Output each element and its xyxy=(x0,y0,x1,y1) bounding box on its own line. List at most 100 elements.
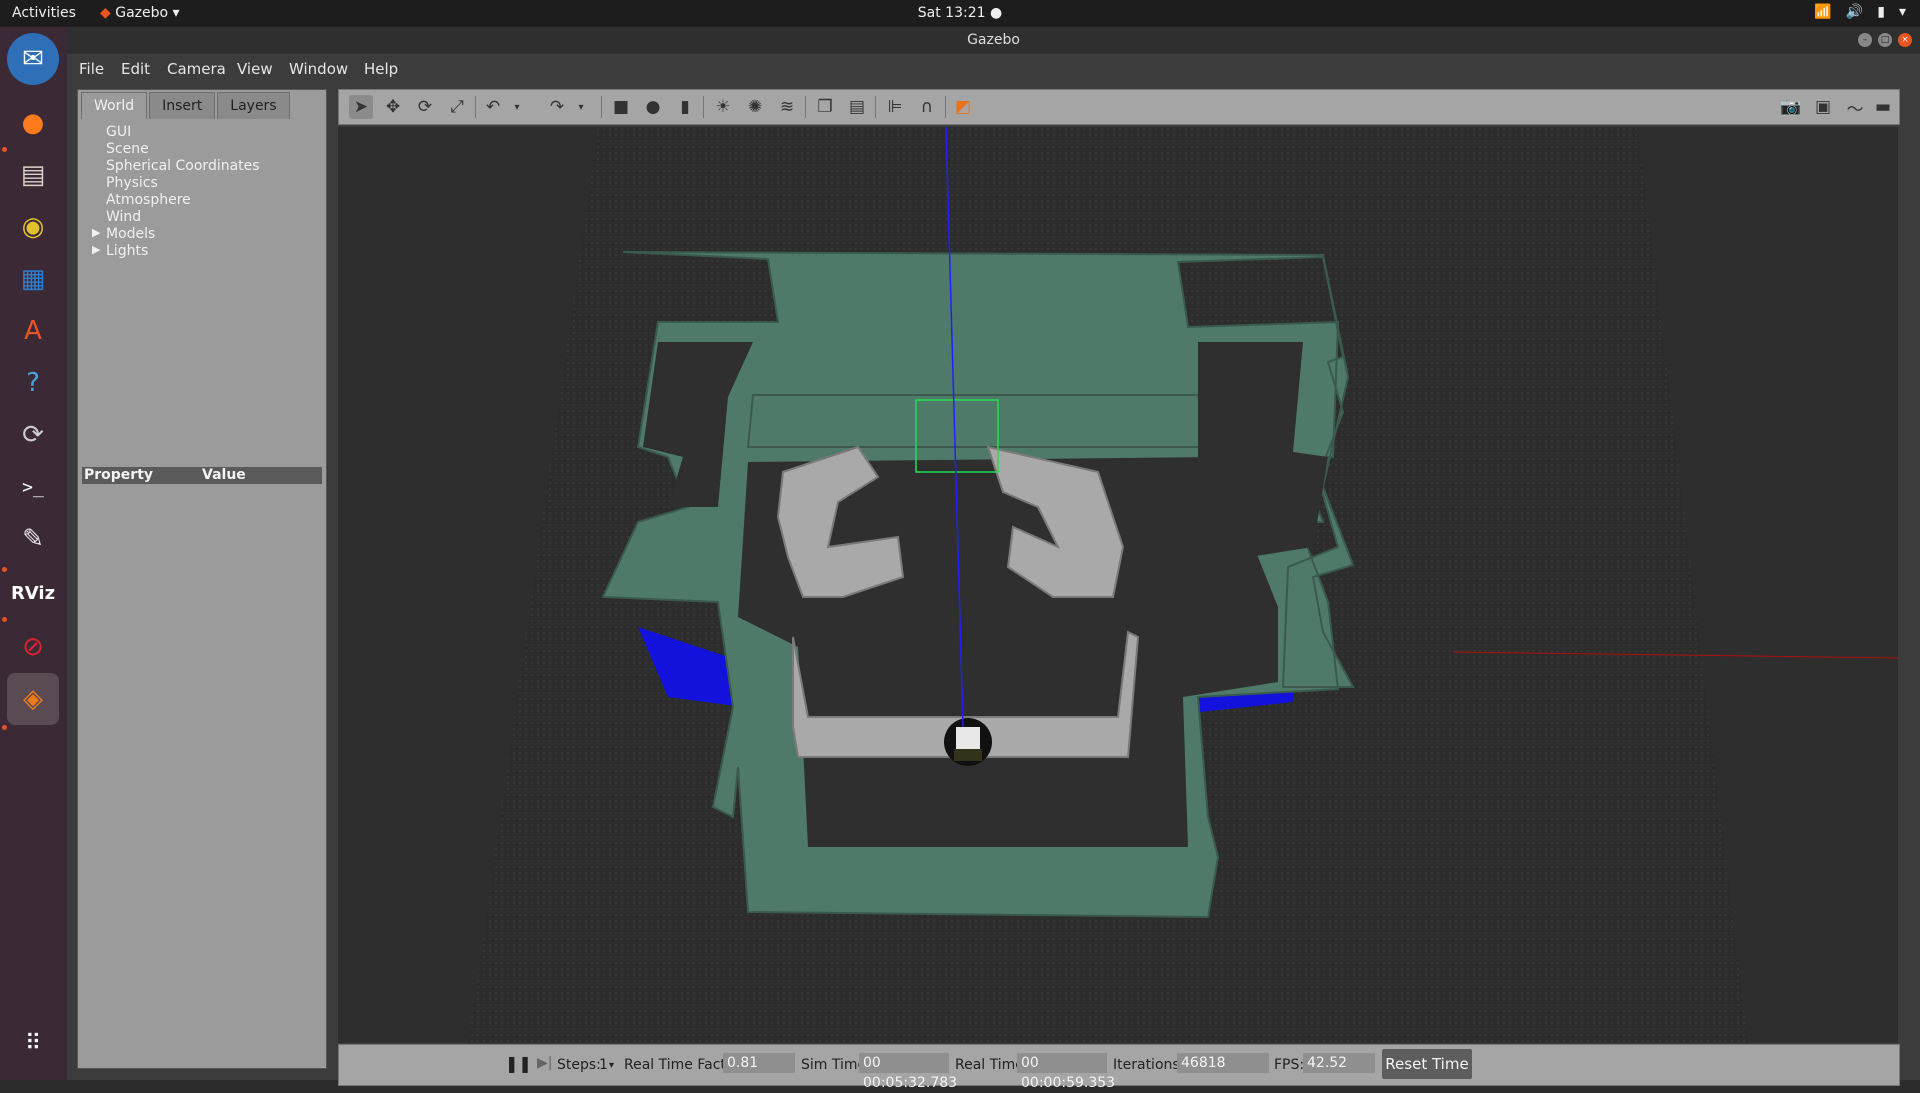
menu-file[interactable]: File xyxy=(79,60,104,78)
log-icon[interactable]: ▣ xyxy=(1811,95,1835,119)
property-column-header[interactable]: Property xyxy=(84,467,153,483)
maximize-icon[interactable]: □ xyxy=(1878,33,1892,47)
translate-mode-icon[interactable]: ✥ xyxy=(381,95,405,119)
iterations-value: 46818 xyxy=(1177,1053,1269,1073)
gazebo-icon[interactable]: ◈ xyxy=(7,673,59,725)
scene-viewport[interactable] xyxy=(338,127,1898,1043)
files-icon[interactable]: ▤ xyxy=(7,149,59,201)
spot-light-icon[interactable]: ✺ xyxy=(743,95,767,119)
power-menu-icon[interactable]: ▾ xyxy=(1899,4,1906,20)
cylinder-shape-icon[interactable]: ▮ xyxy=(673,95,697,119)
help-icon[interactable]: ? xyxy=(7,357,59,409)
steps-chevron-icon[interactable]: ▾ xyxy=(609,1060,614,1071)
stop-app-icon[interactable]: ⊘ xyxy=(7,621,59,673)
video-record-icon[interactable]: ▬ xyxy=(1871,95,1895,119)
firefox-icon[interactable]: ● xyxy=(7,97,59,149)
menu-bar: File Edit Camera View Window Help xyxy=(67,54,1920,84)
box-shape-icon[interactable]: ■ xyxy=(609,95,633,119)
rotate-mode-icon[interactable]: ⟳ xyxy=(413,95,437,119)
plot-icon[interactable]: 〜 xyxy=(1843,95,1867,120)
align-icon[interactable]: ⊫ xyxy=(883,95,907,119)
tab-world[interactable]: World xyxy=(81,92,148,119)
robot-model xyxy=(944,718,992,766)
tab-layers[interactable]: Layers xyxy=(217,92,290,119)
software-center-icon[interactable]: A xyxy=(7,305,59,357)
steps-value[interactable]: 1 xyxy=(599,1057,608,1073)
paste-icon[interactable]: ▤ xyxy=(845,95,869,119)
redo-history-chevron-icon[interactable]: ▾ xyxy=(569,95,593,119)
clock[interactable]: Sat 13:21 xyxy=(918,5,986,21)
tab-insert[interactable]: Insert xyxy=(149,92,216,119)
expand-arrow-icon[interactable]: ▶ xyxy=(92,243,100,256)
rtf-value: 0.81 xyxy=(723,1053,795,1073)
scale-mode-icon[interactable]: ⤢ xyxy=(445,95,469,119)
property-table-header: Property Value xyxy=(82,467,322,484)
select-mode-icon[interactable]: ➤ xyxy=(349,95,373,119)
world-panel: World Insert Layers GUI Scene Spherical … xyxy=(77,89,327,1069)
iterations-label: Iterations: xyxy=(1113,1057,1185,1073)
tree-item-models[interactable]: ▶ Models xyxy=(78,226,326,243)
sim-time-value: 00 00:05:32.783 xyxy=(859,1053,957,1091)
close-icon[interactable]: × xyxy=(1898,33,1912,47)
software-updater-icon[interactable]: ⟳ xyxy=(7,409,59,461)
tree-item-label: Models xyxy=(106,226,156,242)
running-indicator xyxy=(2,725,7,730)
reset-time-button[interactable]: Reset Time xyxy=(1382,1049,1472,1079)
running-indicator xyxy=(2,617,7,622)
menu-camera[interactable]: Camera xyxy=(167,60,226,78)
sphere-shape-icon[interactable]: ● xyxy=(641,95,665,119)
tree-item-label: Atmosphere xyxy=(106,192,191,208)
window-titlebar[interactable]: Gazebo – □ × xyxy=(67,27,1920,54)
tree-item-label: Wind xyxy=(106,209,142,225)
rhythmbox-icon[interactable]: ◉ xyxy=(7,201,59,253)
step-icon[interactable]: ▶| xyxy=(537,1055,552,1071)
rviz-icon[interactable]: RViz xyxy=(7,567,59,619)
battery-icon[interactable]: ▮ xyxy=(1877,4,1885,20)
thunderbird-icon[interactable]: ✉ xyxy=(7,33,59,85)
tree-item-spherical-coordinates[interactable]: Spherical Coordinates xyxy=(78,158,326,175)
tree-item-physics[interactable]: Physics xyxy=(78,175,326,192)
copy-icon[interactable]: ❐ xyxy=(813,95,837,119)
writer-icon[interactable]: ▦ xyxy=(7,253,59,305)
pause-icon[interactable]: ❚❚ xyxy=(505,1054,532,1073)
menu-help[interactable]: Help xyxy=(364,60,398,78)
volume-icon[interactable]: 🔊 xyxy=(1846,4,1863,20)
tree-item-label: GUI xyxy=(106,124,132,140)
tree-item-gui[interactable]: GUI xyxy=(78,124,326,141)
notification-dot-icon: ● xyxy=(990,5,1003,21)
menu-window[interactable]: Window xyxy=(289,60,348,78)
menu-edit[interactable]: Edit xyxy=(121,60,150,78)
terminal-icon[interactable]: >_ xyxy=(7,461,59,513)
running-indicator xyxy=(2,567,7,572)
undo-history-chevron-icon[interactable]: ▾ xyxy=(505,95,529,119)
tree-item-label: Lights xyxy=(106,243,149,259)
system-top-bar: Activities ◆ Gazebo ▾ Sat 13:21 ● 📶 🔊 ▮ … xyxy=(0,0,1920,27)
tree-item-label: Physics xyxy=(106,175,158,191)
undo-icon[interactable]: ↶ xyxy=(481,95,505,119)
directional-light-icon[interactable]: ≋ xyxy=(775,95,799,119)
view-angle-icon[interactable]: ◩ xyxy=(951,95,975,119)
fps-value: 42.52 xyxy=(1303,1053,1375,1073)
menu-view[interactable]: View xyxy=(237,60,273,78)
text-editor-icon[interactable]: ✎ xyxy=(7,513,59,565)
redo-icon[interactable]: ↷ xyxy=(545,95,569,119)
tree-item-scene[interactable]: Scene xyxy=(78,141,326,158)
world-tree: GUI Scene Spherical Coordinates Physics … xyxy=(78,124,326,260)
minimize-icon[interactable]: – xyxy=(1858,33,1872,47)
wifi-icon[interactable]: 📶 xyxy=(1814,4,1831,20)
scene-render xyxy=(468,127,1898,1043)
scene-toolbar: ➤ ✥ ⟳ ⤢ ↶ ▾ ↷ ▾ ■ ● ▮ ☀ ✺ ≋ ❐ ▤ ⊫ ∩ ◩ 📷 … xyxy=(338,89,1900,125)
tree-item-wind[interactable]: Wind xyxy=(78,209,326,226)
real-time-value: 00 00:00:59.353 xyxy=(1017,1053,1115,1091)
point-light-icon[interactable]: ☀ xyxy=(711,95,735,119)
show-applications-icon[interactable]: ⠿ xyxy=(7,1017,59,1069)
snap-icon[interactable]: ∩ xyxy=(915,95,939,119)
expand-arrow-icon[interactable]: ▶ xyxy=(92,226,100,239)
running-indicator xyxy=(2,147,7,152)
tree-item-lights[interactable]: ▶ Lights xyxy=(78,243,326,260)
screenshot-icon[interactable]: 📷 xyxy=(1779,95,1803,119)
value-column-header[interactable]: Value xyxy=(202,467,246,483)
tree-item-label: Spherical Coordinates xyxy=(106,158,260,174)
tree-item-atmosphere[interactable]: Atmosphere xyxy=(78,192,326,209)
gazebo-window: Gazebo – □ × File Edit Camera View Windo… xyxy=(67,27,1920,1091)
